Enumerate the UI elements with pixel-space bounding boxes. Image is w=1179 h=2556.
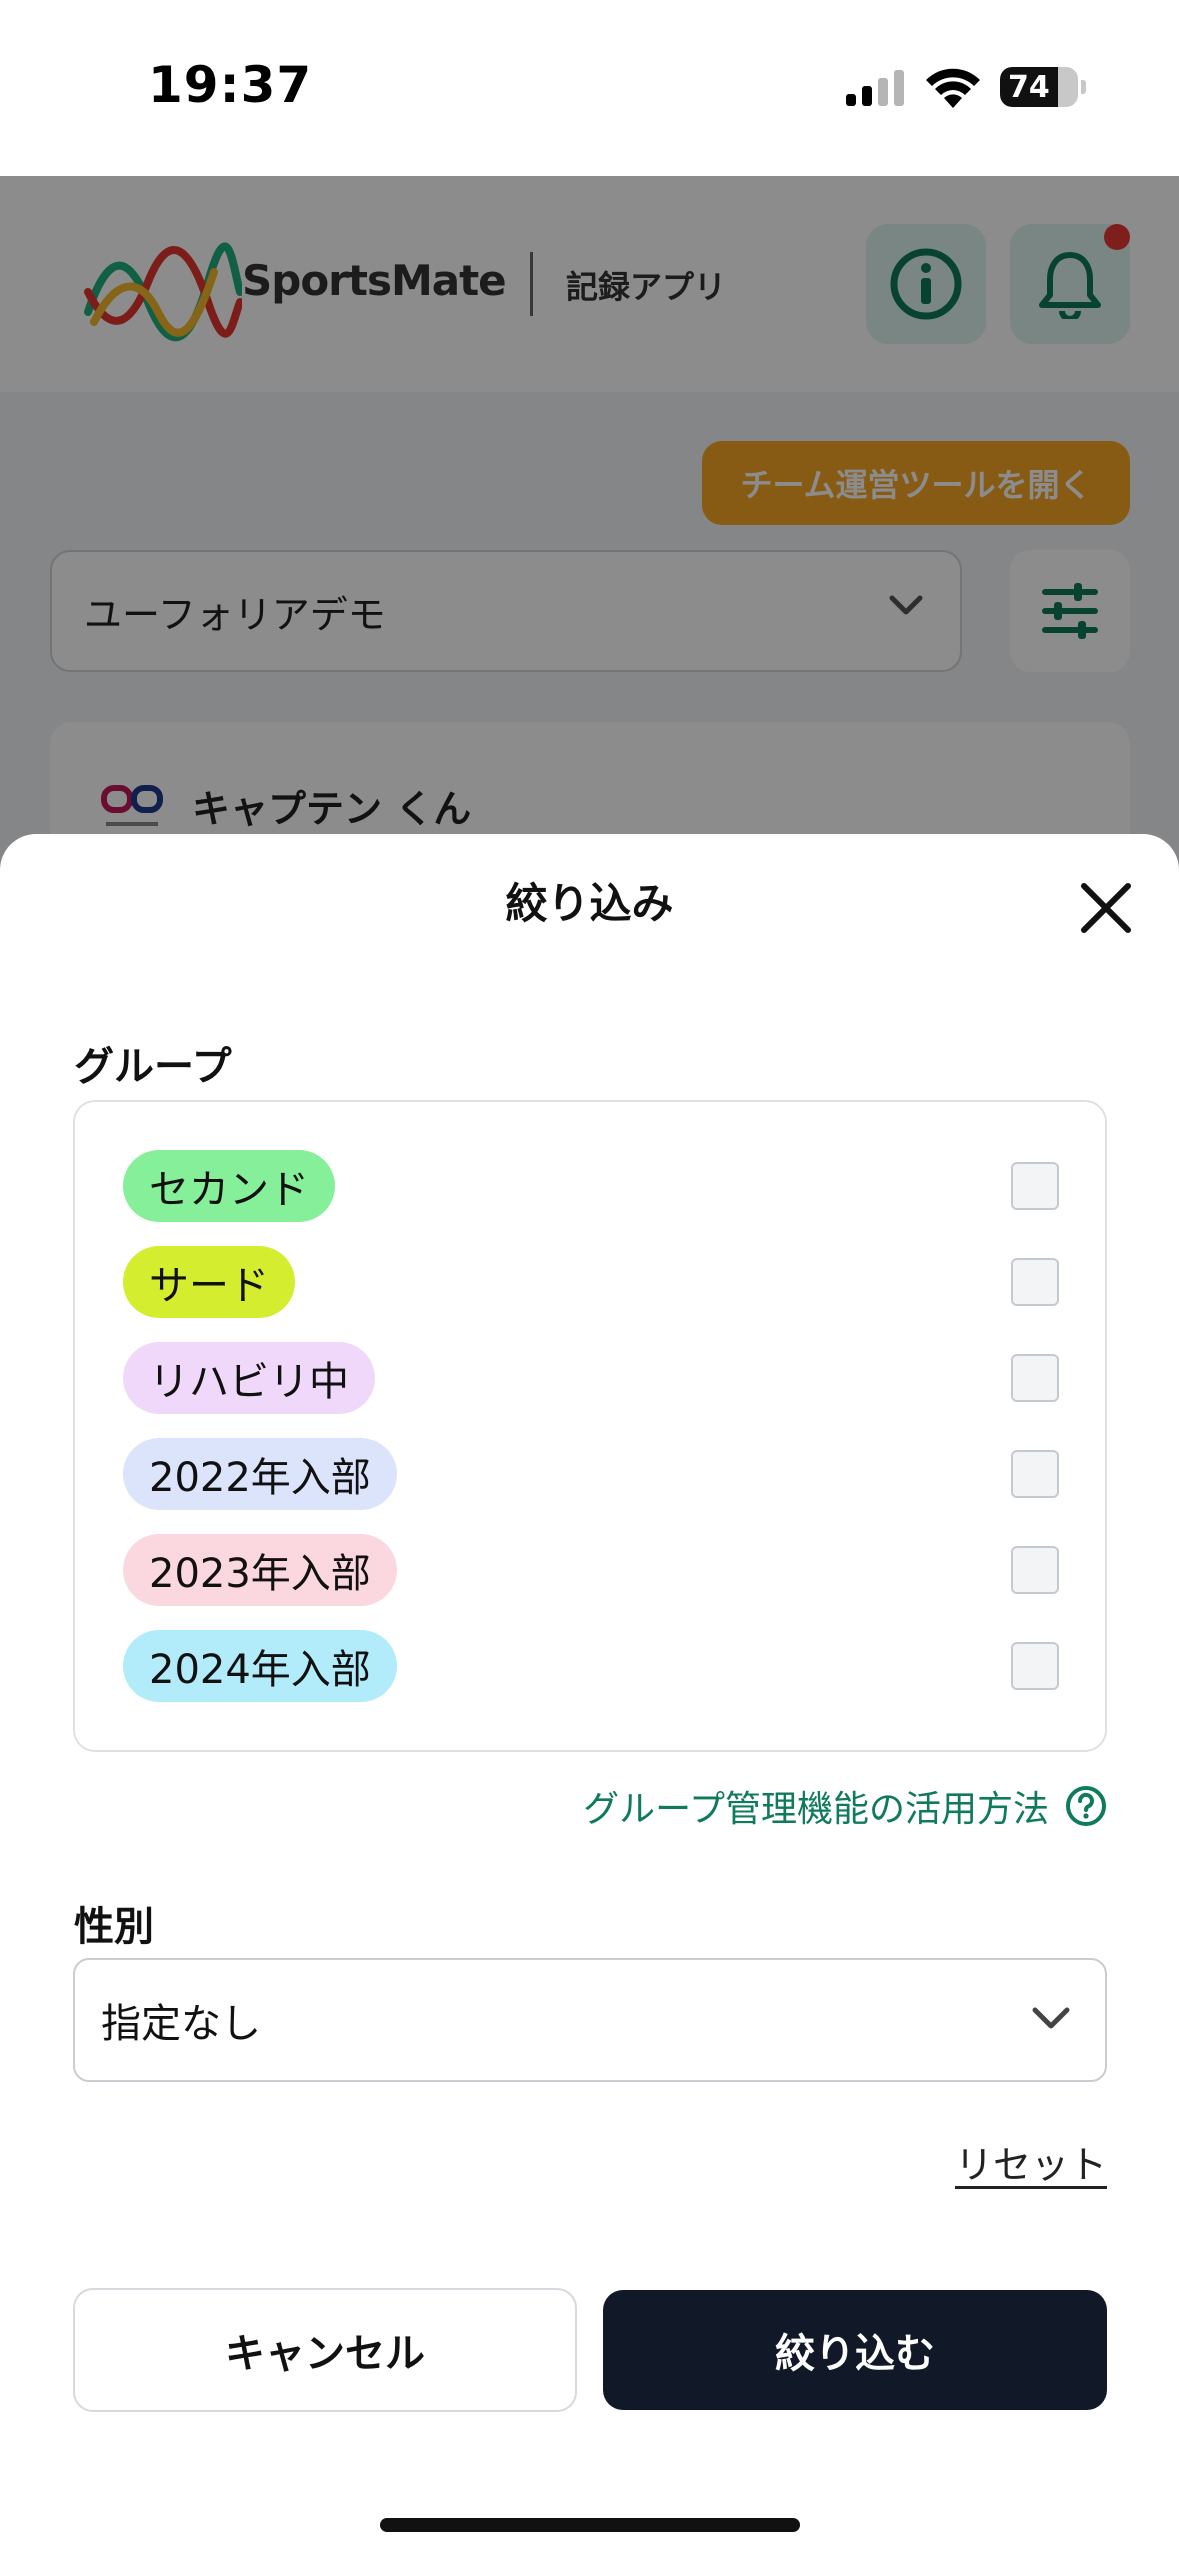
battery-level: 74 bbox=[1007, 69, 1050, 105]
group-row[interactable]: 2024年入部 bbox=[123, 1630, 1063, 1702]
gender-select-value: 指定なし bbox=[101, 2001, 261, 2047]
apply-filter-button[interactable]: 絞り込む bbox=[603, 2290, 1107, 2410]
group-checkbox[interactable] bbox=[1011, 1162, 1059, 1210]
sheet-title: 絞り込み bbox=[505, 879, 674, 928]
group-chip: サード bbox=[123, 1246, 295, 1318]
group-checkbox[interactable] bbox=[1011, 1450, 1059, 1498]
group-chip: リハビリ中 bbox=[123, 1342, 375, 1414]
group-checkbox[interactable] bbox=[1011, 1258, 1059, 1306]
group-row[interactable]: 2023年入部 bbox=[123, 1534, 1063, 1606]
group-chip: 2024年入部 bbox=[123, 1630, 397, 1702]
group-checkbox[interactable] bbox=[1011, 1354, 1059, 1402]
cancel-button[interactable]: キャンセル bbox=[73, 2288, 577, 2412]
gender-select[interactable]: 指定なし bbox=[73, 1958, 1107, 2082]
group-label: グループ bbox=[74, 1044, 232, 1090]
battery-tip bbox=[1081, 80, 1086, 94]
status-time: 19:37 bbox=[148, 56, 313, 114]
group-checkbox[interactable] bbox=[1011, 1642, 1059, 1690]
group-help-text: グループ管理機能の活用方法 bbox=[583, 1789, 1049, 1830]
group-chip: 2022年入部 bbox=[123, 1438, 397, 1510]
wifi-icon bbox=[926, 68, 980, 108]
group-row[interactable]: 2022年入部 bbox=[123, 1438, 1063, 1510]
group-list: セカンドサードリハビリ中 2022年入部 2023年入部 2024年入部 bbox=[73, 1100, 1107, 1752]
filter-sheet: 絞り込み グループ セカンドサードリハビリ中 2022年入部 2023年入部 2024… bbox=[0, 834, 1179, 2556]
group-chip: 2023年入部 bbox=[123, 1534, 397, 1606]
group-chip: セカンド bbox=[123, 1150, 335, 1222]
status-bar: 19:37 74 bbox=[0, 0, 1179, 176]
home-indicator bbox=[380, 2518, 800, 2532]
battery-icon: 74 bbox=[1000, 67, 1078, 107]
group-help-link[interactable]: グループ管理機能の活用方法 bbox=[583, 1780, 1107, 1832]
chevron-down-icon bbox=[1032, 2007, 1070, 2029]
group-checkbox[interactable] bbox=[1011, 1546, 1059, 1594]
question-circle-icon bbox=[1066, 1786, 1106, 1826]
cellular-signal-icon bbox=[846, 70, 904, 106]
group-row[interactable]: リハビリ中 bbox=[123, 1342, 1063, 1414]
gender-label: 性別 bbox=[74, 1904, 154, 1950]
group-row[interactable]: セカンド bbox=[123, 1150, 1063, 1222]
group-row[interactable]: サード bbox=[123, 1246, 1063, 1318]
reset-link[interactable]: リセット bbox=[955, 2134, 1107, 2189]
close-icon[interactable] bbox=[1076, 878, 1136, 938]
